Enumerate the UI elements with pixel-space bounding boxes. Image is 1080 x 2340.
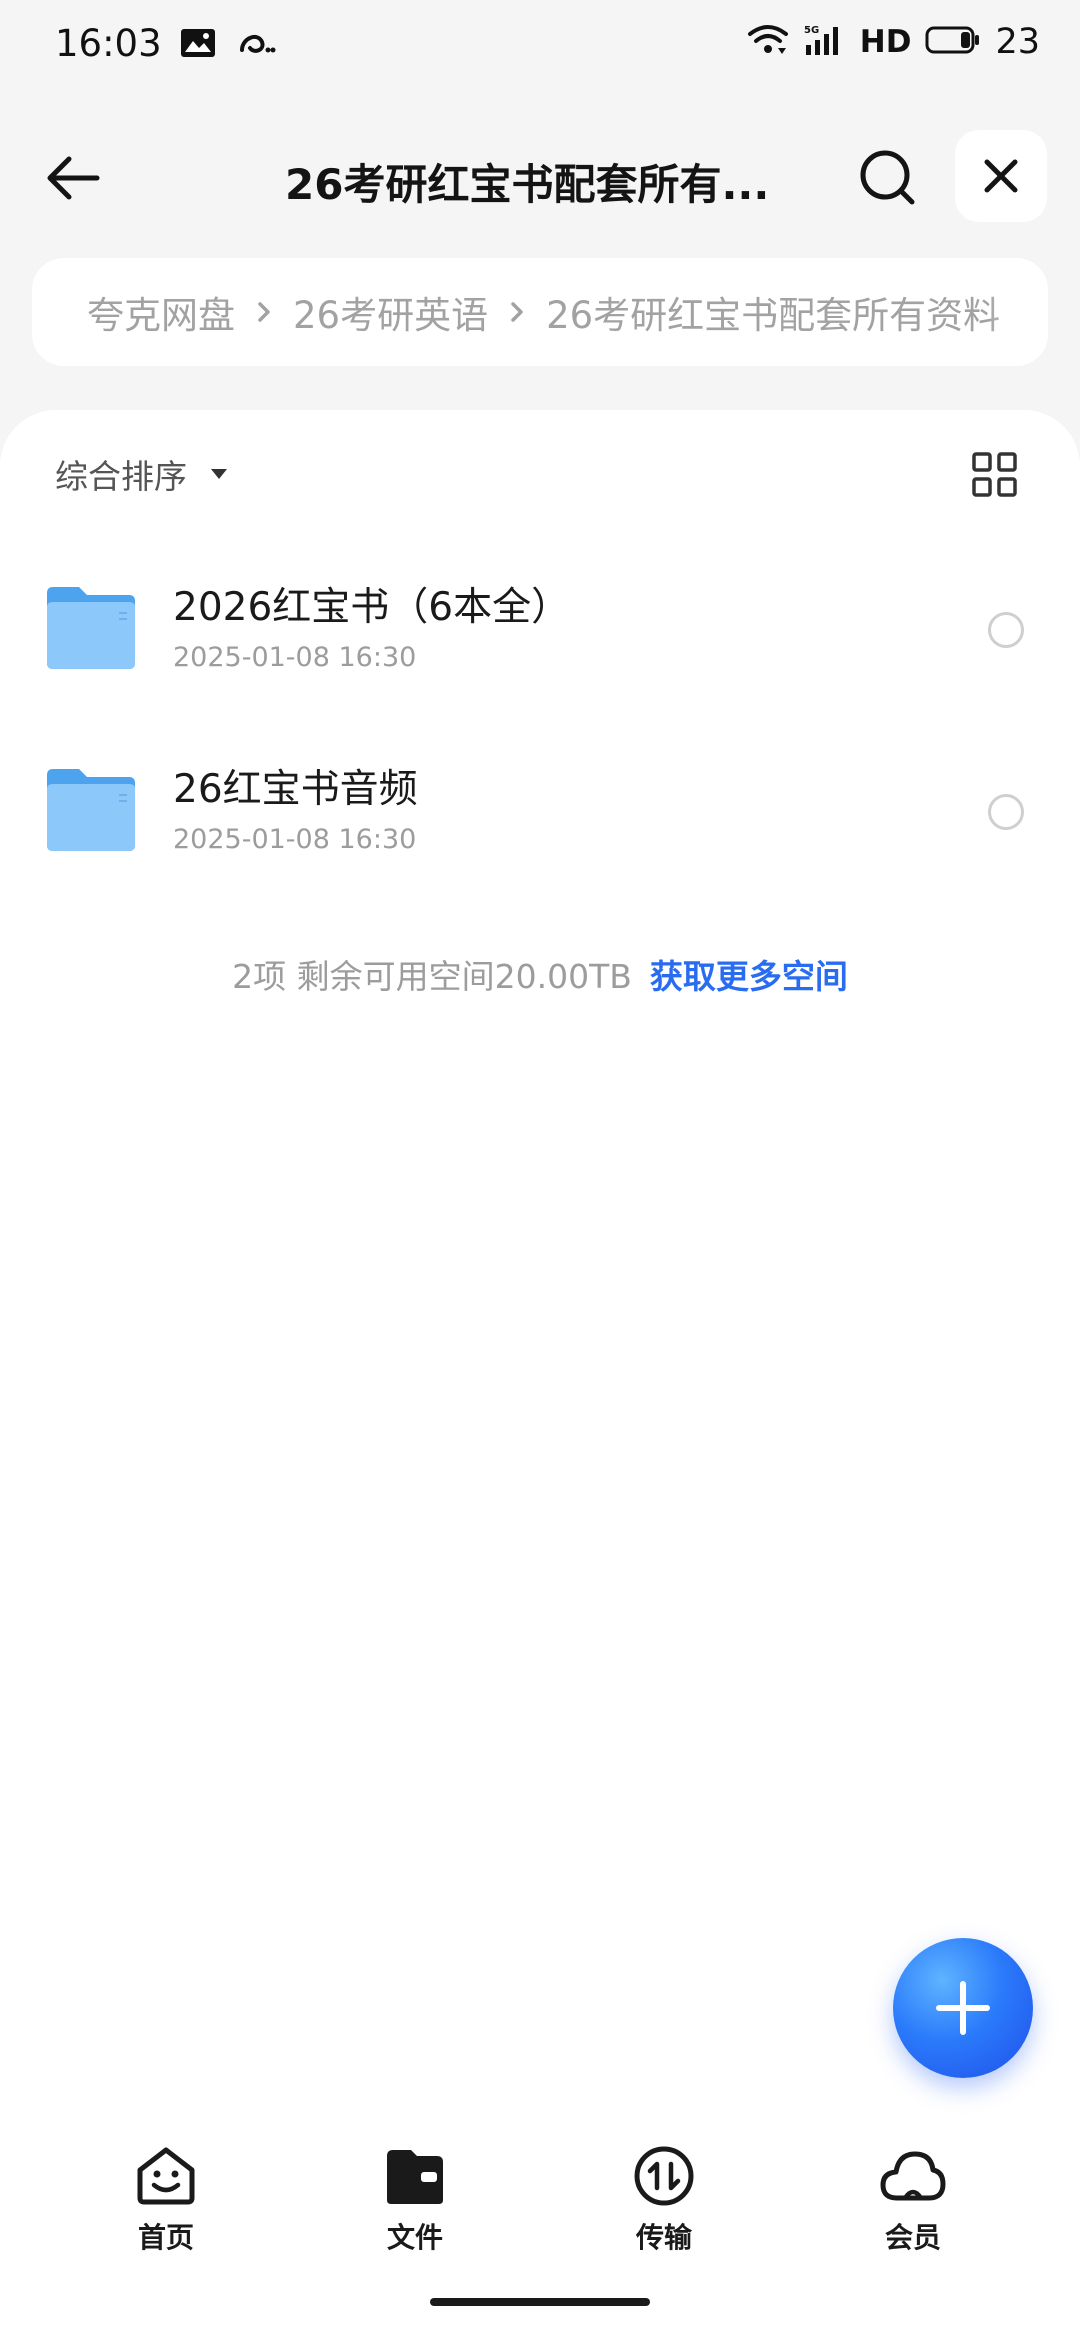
bottom-nav: 首页 文件 传输 会员	[0, 2120, 1080, 2280]
select-checkbox[interactable]	[988, 794, 1024, 830]
svg-text:5G: 5G	[804, 25, 819, 36]
nav-label-home: 首页	[137, 2221, 194, 2254]
header: 26考研红宝书配套所有...	[0, 125, 1080, 225]
sort-dropdown[interactable]: 综合排序	[55, 450, 229, 498]
breadcrumb-item-current[interactable]: 26考研红宝书配套所有资料	[546, 285, 1000, 339]
sort-label: 综合排序	[55, 457, 187, 496]
status-time: 16:03	[55, 22, 162, 65]
back-button[interactable]	[40, 145, 105, 210]
nav-item-files[interactable]: 文件	[335, 2142, 495, 2256]
get-more-space-link[interactable]: 获取更多空间	[650, 957, 848, 996]
chevron-right-icon	[257, 301, 271, 323]
file-name: 2026红宝书（6本全）	[173, 585, 571, 630]
folder-icon	[45, 767, 137, 851]
link-notification-icon	[238, 28, 276, 62]
grid-view-button[interactable]	[970, 450, 1020, 500]
nav-item-vip[interactable]: 会员	[833, 2142, 993, 2256]
status-indicators: 5G HD 23	[747, 22, 1040, 62]
cellular-signal-icon: 5G	[802, 23, 846, 61]
storage-text: 2项 剩余可用空间20.00TB	[232, 957, 632, 996]
hd-indicator: HD	[859, 24, 912, 60]
smiley-home-icon	[132, 2142, 200, 2210]
page-title: 26考研红宝书配套所有...	[285, 160, 770, 209]
breadcrumb-item-root[interactable]: 夸克网盘	[87, 285, 235, 339]
breadcrumb: 夸克网盘 26考研英语 26考研红宝书配套所有资料	[32, 258, 1048, 366]
select-checkbox[interactable]	[988, 612, 1024, 648]
arrow-left-icon	[47, 156, 99, 199]
nav-item-transfer[interactable]: 传输	[584, 2142, 744, 2256]
add-button[interactable]	[893, 1938, 1033, 2078]
caret-down-icon	[211, 469, 227, 479]
folder-icon	[45, 585, 137, 669]
nav-item-home[interactable]: 首页	[86, 2142, 246, 2256]
wifi-icon	[747, 24, 788, 60]
breadcrumb-fade	[988, 258, 1048, 366]
close-button[interactable]	[955, 130, 1047, 222]
chevron-right-icon	[510, 301, 524, 323]
nav-label-files: 文件	[386, 2221, 443, 2254]
nav-label-vip: 会员	[884, 2221, 941, 2254]
search-icon	[860, 150, 915, 205]
cloud-icon	[879, 2142, 947, 2210]
app-screen: 16:03 5G HD 23 26考研红宝书配套所有... 夸克网盘 26考研英…	[0, 0, 1080, 2340]
home-indicator[interactable]	[430, 2298, 650, 2306]
breadcrumb-item-english[interactable]: 26考研英语	[293, 285, 488, 339]
transfer-icon	[630, 2142, 698, 2210]
file-date: 2025-01-08 16:30	[173, 642, 417, 673]
nav-label-transfer: 传输	[635, 2221, 692, 2254]
status-notification-icons	[180, 28, 276, 62]
grid-view-icon	[972, 452, 1017, 497]
battery-icon	[925, 25, 981, 59]
image-notification-icon	[180, 28, 216, 62]
storage-info: 2项 剩余可用空间20.00TB 获取更多空间	[0, 950, 1080, 998]
file-date: 2025-01-08 16:30	[173, 824, 417, 855]
close-icon	[984, 159, 1018, 193]
wallet-folder-icon	[381, 2142, 449, 2210]
battery-level: 23	[995, 22, 1040, 62]
plus-icon	[936, 1981, 990, 2035]
list-item[interactable]: 26红宝书音频 2025-01-08 16:30	[0, 742, 1080, 892]
file-name: 26红宝书音频	[173, 767, 418, 812]
status-bar: 16:03 5G HD 23	[0, 0, 1080, 90]
list-item[interactable]: 2026红宝书（6本全） 2025-01-08 16:30	[0, 560, 1080, 710]
search-button[interactable]	[855, 145, 921, 211]
